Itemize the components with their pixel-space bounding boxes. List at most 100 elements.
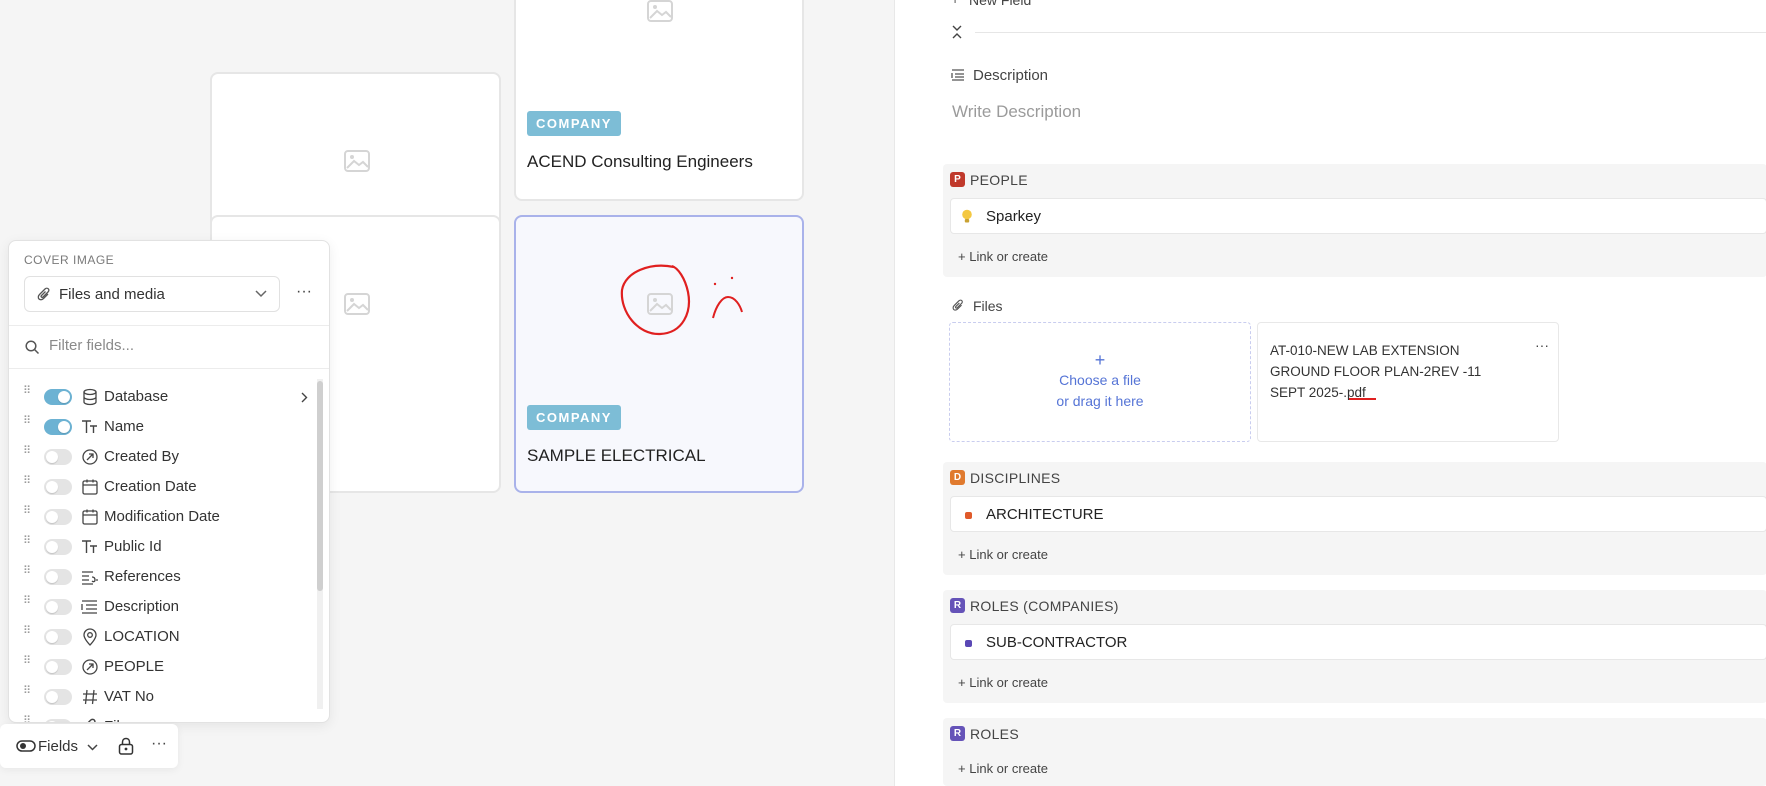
field-row[interactable]: ⠿ Creation Date	[9, 471, 319, 501]
people-item-text: Sparkey	[986, 208, 1042, 225]
link-or-create-label: Link or create	[969, 761, 1048, 776]
toggle-knob	[46, 571, 58, 583]
people-link-or-create[interactable]: + Link or create	[958, 249, 1048, 264]
field-label: Description	[104, 598, 180, 615]
link-or-create-label: Link or create	[969, 249, 1048, 264]
drag-handle-icon[interactable]: ⠿	[23, 566, 31, 583]
files-label: Files	[973, 298, 1003, 314]
fields-button-label: Fields	[38, 738, 79, 755]
toggle-knob	[46, 601, 58, 613]
file-more-button[interactable]: ···	[1530, 335, 1554, 359]
people-letter-icon: P	[950, 172, 965, 187]
field-row[interactable]: ⠿ Files	[9, 711, 319, 723]
drag-handle-icon[interactable]: ⠿	[23, 686, 31, 703]
toggle-knob	[58, 421, 70, 433]
references-icon	[81, 568, 99, 586]
field-row[interactable]: ⠿ Database	[9, 381, 319, 411]
field-visibility-toggle[interactable]	[44, 659, 72, 675]
cover-image-more-button[interactable]: ···	[292, 282, 316, 306]
drag-handle-icon[interactable]: ⠿	[23, 536, 31, 553]
drag-handle-icon[interactable]: ⠿	[23, 476, 31, 493]
field-row[interactable]: ⠿ Public Id	[9, 531, 319, 561]
orange-dot-icon	[965, 512, 972, 519]
drag-handle-icon[interactable]: ⠿	[23, 596, 31, 613]
red-underline-annotation	[1349, 398, 1376, 400]
roles-companies-section-title: ROLES (COMPANIES)	[970, 598, 1119, 614]
cover-image-settings-panel: COVER IMAGE Files and media ··· ⠿ Databas…	[8, 240, 330, 723]
user-ref-icon	[81, 448, 99, 466]
toggle-knob	[58, 391, 70, 403]
calendar-icon	[81, 478, 99, 496]
description-label: Description	[973, 67, 1049, 84]
chevron-down-icon	[87, 744, 98, 751]
field-visibility-toggle[interactable]	[44, 599, 72, 615]
plus-icon: +	[958, 675, 966, 690]
field-visibility-toggle[interactable]	[44, 479, 72, 495]
lock-icon[interactable]	[118, 737, 134, 755]
field-label: Name	[104, 418, 145, 435]
file-upload-dropzone[interactable]: + Choose a file or drag it here	[949, 322, 1251, 442]
divider	[975, 32, 1766, 33]
toggle-knob	[46, 451, 58, 463]
field-visibility-toggle[interactable]	[44, 389, 72, 405]
field-row[interactable]: ⠿ References	[9, 561, 319, 591]
roles-section-title: ROLES	[970, 726, 1019, 742]
toggle-knob	[46, 661, 58, 673]
chevron-down-icon	[255, 290, 267, 298]
toggle-knob	[46, 541, 58, 553]
field-visibility-toggle[interactable]	[44, 419, 72, 435]
disciplines-link-or-create[interactable]: + Link or create	[958, 547, 1048, 562]
people-section-title: PEOPLE	[970, 172, 1028, 188]
field-visibility-toggle[interactable]	[44, 449, 72, 465]
plus-icon: +	[1094, 350, 1106, 370]
field-visibility-toggle[interactable]	[44, 719, 72, 722]
field-visibility-toggle[interactable]	[44, 689, 72, 705]
field-row[interactable]: ⠿ Modification Date	[9, 501, 319, 531]
drag-handle-icon[interactable]: ⠿	[23, 656, 31, 673]
user-ref-icon	[81, 658, 99, 676]
plus-icon: +	[958, 761, 966, 776]
field-visibility-toggle[interactable]	[44, 569, 72, 585]
drag-handle-icon[interactable]: ⠿	[23, 386, 31, 403]
location-pin-icon	[81, 628, 99, 646]
roles-link-or-create[interactable]: + Link or create	[958, 761, 1048, 776]
disciplines-item-row[interactable]: ARCHITECTURE	[950, 496, 1766, 532]
drag-handle-icon[interactable]: ⠿	[23, 626, 31, 643]
field-row[interactable]: ⠿ VAT No	[9, 681, 319, 711]
field-row[interactable]: ⠿ Name	[9, 411, 319, 441]
field-visibility-toggle[interactable]	[44, 629, 72, 645]
filter-fields-input[interactable]	[47, 336, 281, 355]
drag-handle-icon[interactable]: ⠿	[23, 506, 31, 523]
field-visibility-toggle[interactable]	[44, 509, 72, 525]
field-row[interactable]: ⠿ Created By	[9, 441, 319, 471]
drag-handle-icon[interactable]: ⠿	[23, 716, 31, 723]
plus-icon: +	[951, 0, 959, 7]
file-attachment-card[interactable]: AT-010-NEW LAB EXTENSION GROUND FLOOR PL…	[1257, 322, 1559, 442]
people-item-row[interactable]: Sparkey	[950, 198, 1766, 234]
field-visibility-toggle[interactable]	[44, 539, 72, 555]
toggle-knob	[46, 691, 58, 703]
field-label: References	[104, 568, 181, 585]
roles-companies-letter-icon: R	[950, 598, 965, 613]
chevron-right-icon[interactable]	[301, 392, 308, 403]
paperclip-icon	[81, 718, 99, 722]
filter-fields-bar	[9, 325, 329, 369]
field-label: Creation Date	[104, 478, 197, 495]
cover-image-select[interactable]: Files and media	[24, 276, 280, 312]
field-label: VAT No	[104, 688, 155, 705]
field-row[interactable]: ⠿ Description	[9, 591, 319, 621]
toolbar-more-button[interactable]: ···	[147, 734, 171, 758]
roles-companies-link-or-create[interactable]: + Link or create	[958, 675, 1048, 690]
drag-handle-icon[interactable]: ⠿	[23, 416, 31, 433]
description-input[interactable]: Write Description	[952, 102, 1081, 122]
field-row[interactable]: ⠿ LOCATION	[9, 621, 319, 651]
plus-icon: +	[958, 249, 966, 264]
drag-handle-icon[interactable]: ⠿	[23, 446, 31, 463]
roles-companies-item-row[interactable]: SUB-CONTRACTOR	[950, 624, 1766, 660]
disciplines-section-title: DISCIPLINES	[970, 470, 1061, 486]
field-label: Files	[104, 718, 136, 722]
purple-dot-icon	[965, 640, 972, 647]
people-section: P PEOPLE Sparkey + Link or create	[943, 164, 1766, 277]
field-row[interactable]: ⠿ PEOPLE	[9, 651, 319, 681]
collapse-chevrons-icon[interactable]	[952, 25, 962, 39]
